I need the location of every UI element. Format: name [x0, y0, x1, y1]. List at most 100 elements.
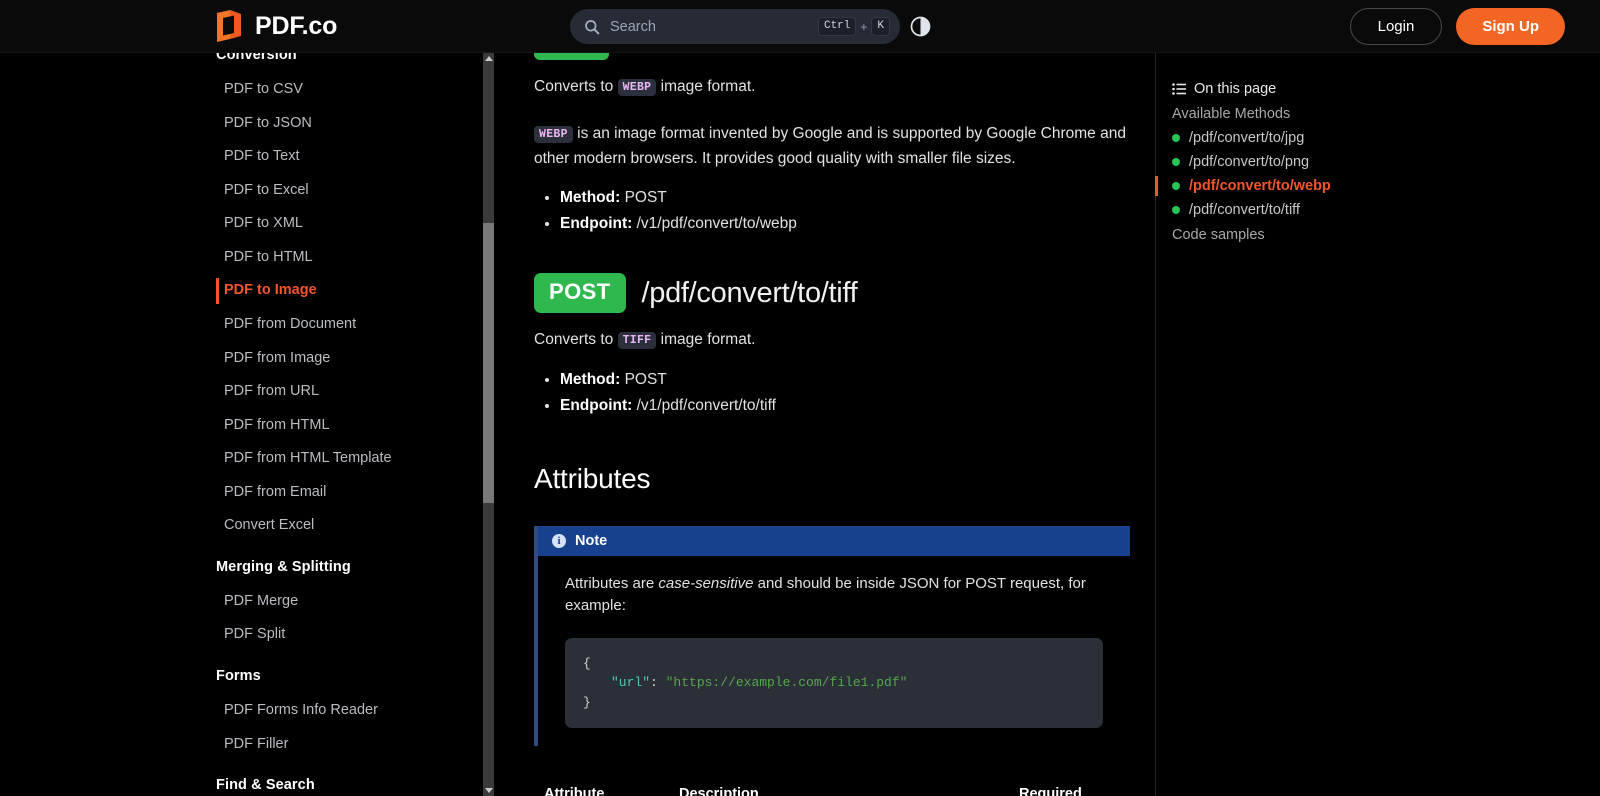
webp-details-list: Method: POST Endpoint: /v1/pdf/convert/t…: [560, 185, 1145, 237]
webp-endpoint-value: /v1/pdf/convert/to/webp: [636, 215, 797, 233]
sidebar-item-pdf-from-html-template[interactable]: PDF from HTML Template: [0, 442, 480, 476]
note-text-before: Attributes are: [565, 575, 659, 593]
sidebar-item-pdf-from-url[interactable]: PDF from URL: [0, 375, 480, 409]
signup-button[interactable]: Sign Up: [1456, 7, 1565, 45]
tiff-format-tag: TIFF: [617, 332, 657, 350]
sidebar-scroll-up-arrow[interactable]: [483, 53, 494, 64]
sidebar-item-pdf-to-html[interactable]: PDF to HTML: [0, 241, 480, 275]
toc-link-jpg[interactable]: /pdf/convert/to/jpg: [1172, 130, 1600, 146]
note-code-block: { "url": "https://example.com/file1.pdf"…: [565, 637, 1103, 729]
contrast-theme-toggle-icon[interactable]: [910, 16, 931, 37]
login-button[interactable]: Login: [1349, 7, 1443, 45]
toc-link-tiff[interactable]: /pdf/convert/to/tiff: [1172, 202, 1600, 218]
webp-method-item: Method: POST: [560, 185, 1145, 211]
toc-link-label: /pdf/convert/to/webp: [1189, 178, 1331, 194]
toc-link-png[interactable]: /pdf/convert/to/png: [1172, 154, 1600, 170]
toc-link-label: /pdf/convert/to/png: [1189, 154, 1310, 170]
sidebar-item-pdf-to-csv[interactable]: PDF to CSV: [0, 73, 480, 107]
sidebar-item-pdf-from-email[interactable]: PDF from Email: [0, 476, 480, 510]
sidebar-item-pdf-forms-info-reader[interactable]: PDF Forms Info Reader: [0, 694, 480, 728]
sidebar-item-pdf-filler[interactable]: PDF Filler: [0, 728, 480, 762]
main-content: Converts to WEBP image format. WEBP is a…: [495, 53, 1155, 796]
tiff-endpoint-label: Endpoint:: [560, 397, 633, 415]
info-icon: i: [552, 534, 566, 549]
toc-heading: On this page: [1194, 81, 1277, 97]
sidebar-group-title: Merging & Splitting: [216, 558, 351, 575]
toc-link-webp[interactable]: /pdf/convert/to/webp: [1155, 176, 1600, 196]
status-dot-icon: [1172, 182, 1180, 190]
tiff-intro-prefix: Converts to: [534, 331, 618, 349]
sidebar-item-convert-excel[interactable]: Convert Excel: [0, 509, 480, 543]
sidebar-item-pdf-to-excel[interactable]: PDF to Excel: [0, 174, 480, 208]
tiff-method-label: Method:: [560, 371, 621, 389]
code-value-url: "https://example.com/file1.pdf": [665, 675, 908, 691]
table-header-row: Attribute Description Required: [534, 786, 1130, 796]
tiff-intro-suffix: image format.: [656, 331, 756, 349]
brand-name: PDF.co: [255, 11, 338, 40]
sidebar-item-pdf-from-image[interactable]: PDF from Image: [0, 342, 480, 376]
note-callout: i Note Attributes are case-sensitive and…: [534, 526, 1130, 747]
tiff-details-list: Method: POST Endpoint: /v1/pdf/convert/t…: [560, 367, 1145, 419]
sidebar-nav-list: Conversion PDF to CSV PDF to JSON PDF to Te…: [0, 53, 480, 796]
sidebar-item-pdf-to-json[interactable]: PDF to JSON: [0, 107, 480, 141]
webp-method-value: POST: [624, 189, 667, 207]
webp-intro-suffix: image format.: [656, 78, 756, 95]
column-header-attribute: Attribute: [534, 786, 669, 796]
sidebar-item-pdf-to-text[interactable]: PDF to Text: [0, 140, 480, 174]
sidebar-group-title: Forms: [216, 668, 261, 684]
status-dot-icon: [1172, 134, 1180, 142]
tiff-endpoint-value: /v1/pdf/convert/to/tiff: [636, 397, 776, 415]
pdfco-logo-icon: [214, 9, 244, 43]
search-shortcut-plus: +: [860, 19, 868, 34]
code-close-brace: }: [583, 694, 591, 710]
auth-buttons: Login Sign Up: [1349, 7, 1565, 45]
toc-link-label: /pdf/convert/to/tiff: [1189, 202, 1300, 218]
attributes-heading: Attributes: [534, 463, 651, 495]
webp-description-paragraph: WEBP is an image format invented by Goog…: [534, 122, 1145, 172]
site-header: PDF.co Search Ctrl + K Login Sign Up: [0, 0, 1600, 53]
attributes-table: Attribute Description Required urlURL to…: [534, 786, 1130, 796]
status-dot-icon: [1172, 158, 1180, 166]
status-dot-icon: [1172, 206, 1180, 214]
sidebar-scrollbar-thumb[interactable]: [483, 223, 494, 503]
sidebar-item-pdf-from-document[interactable]: PDF from Document: [0, 308, 480, 342]
search-shortcut-ctrl: Ctrl: [817, 16, 857, 37]
sidebar-group-title: Conversion: [216, 53, 297, 63]
tiff-method-value: POST: [624, 371, 667, 389]
brand-logo-link[interactable]: PDF.co: [214, 9, 337, 43]
sidebar-item-pdf-split[interactable]: PDF Split: [0, 618, 480, 652]
search-icon: [584, 19, 600, 35]
sidebar-item-pdf-to-image[interactable]: PDF to Image: [0, 274, 480, 308]
sidebar-group-title: Find & Search: [216, 777, 315, 794]
note-text-emphasis: case-sensitive: [658, 575, 754, 593]
webp-description-text: is an image format invented by Google an…: [534, 124, 1126, 167]
tiff-post-badge: POST: [534, 273, 626, 314]
code-line-url: "url": "https://example.com/file1.pdf": [583, 673, 1085, 693]
toc-heading-row: On this page: [1172, 81, 1600, 97]
webp-format-tag-2: WEBP: [534, 125, 573, 143]
tiff-method-item: Method: POST: [560, 367, 1145, 393]
toc-link-label: /pdf/convert/to/jpg: [1189, 130, 1305, 146]
sidebar-item-pdf-merge[interactable]: PDF Merge: [0, 585, 480, 619]
sidebar-scroll-down-arrow[interactable]: [483, 785, 494, 796]
code-colon: :: [650, 675, 666, 691]
webp-endpoint-item: Endpoint: /v1/pdf/convert/to/webp: [560, 211, 1145, 237]
webp-intro-paragraph: Converts to WEBP image format.: [534, 75, 1145, 100]
note-callout-title: Note: [575, 533, 608, 550]
note-callout-body: Attributes are case-sensitive and should…: [538, 556, 1130, 746]
search-input[interactable]: Search: [610, 19, 818, 35]
list-icon: [1172, 83, 1186, 95]
webp-intro-prefix: Converts to: [534, 78, 618, 95]
note-text: Attributes are case-sensitive and should…: [565, 573, 1107, 617]
sidebar-item-pdf-to-xml[interactable]: PDF to XML: [0, 207, 480, 241]
code-open-brace: {: [583, 655, 591, 671]
toc-link-list: /pdf/convert/to/jpg/pdf/convert/to/png/p…: [1155, 130, 1600, 218]
toc-subheading[interactable]: Available Methods: [1172, 106, 1600, 122]
sidebar-scrollbar-track[interactable]: [483, 53, 494, 796]
column-header-required: Required: [1009, 786, 1130, 796]
sidebar-item-pdf-from-html[interactable]: PDF from HTML: [0, 409, 480, 443]
code-line-close: }: [583, 693, 1085, 713]
tiff-endpoint-heading: POST /pdf/convert/to/tiff: [534, 273, 1145, 314]
search-box[interactable]: Search Ctrl + K: [570, 9, 900, 44]
toc-code-samples-link[interactable]: Code samples: [1172, 227, 1600, 243]
